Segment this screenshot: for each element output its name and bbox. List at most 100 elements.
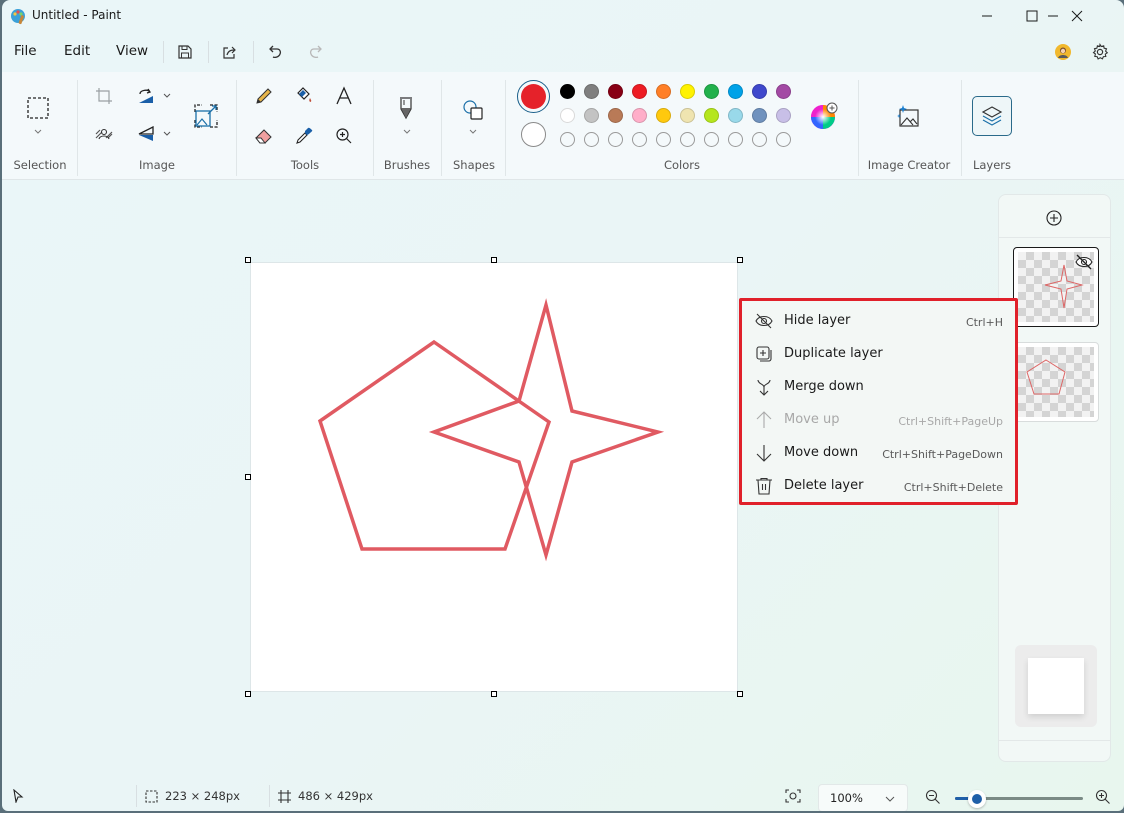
account-button[interactable] (1051, 40, 1075, 64)
color-swatch[interactable] (656, 84, 671, 99)
close-window-button[interactable] (1054, 0, 1100, 32)
color-swatch[interactable] (584, 84, 599, 99)
image-creator-button[interactable] (894, 102, 922, 130)
custom-color-slot[interactable] (584, 132, 599, 147)
resize-handle-top-left[interactable] (245, 257, 251, 263)
primary-color-button[interactable] (517, 80, 550, 113)
color-swatch[interactable] (608, 108, 623, 123)
eraser-tool[interactable] (250, 122, 278, 150)
layer-thumbnail-background[interactable] (1015, 645, 1097, 727)
custom-color-slot[interactable] (656, 132, 671, 147)
window-title: Untitled - Paint (32, 8, 122, 22)
color-swatch[interactable] (608, 84, 623, 99)
status-divider (269, 785, 270, 807)
menu-item-merge-down[interactable]: Merge down (742, 371, 1015, 404)
resize-handle-top[interactable] (491, 257, 497, 263)
custom-color-slot[interactable] (608, 132, 623, 147)
save-button[interactable] (173, 40, 197, 64)
layer-preview (1026, 359, 1066, 395)
color-swatch[interactable] (680, 84, 695, 99)
menu-divider (253, 41, 254, 63)
menu-item-move-down[interactable]: Move down Ctrl+Shift+PageDown (742, 437, 1015, 470)
menu-divider (163, 41, 164, 63)
zoom-out-icon[interactable] (925, 789, 941, 805)
chevron-down-icon[interactable] (162, 130, 172, 138)
color-swatch[interactable] (776, 84, 791, 99)
resize-button[interactable] (192, 102, 220, 130)
custom-color-slot[interactable] (704, 132, 719, 147)
flip-button[interactable] (132, 120, 160, 148)
color-swatch[interactable] (584, 108, 599, 123)
resize-handle-left[interactable] (245, 474, 251, 480)
custom-color-slot[interactable] (680, 132, 695, 147)
custom-color-slot[interactable] (728, 132, 743, 147)
menu-view[interactable]: View (116, 43, 148, 59)
layer-context-menu: Hide layer Ctrl+H Duplicate layer Merge … (739, 298, 1018, 505)
text-tool[interactable] (330, 82, 358, 110)
color-swatch[interactable] (704, 84, 719, 99)
selection-tool-button[interactable] (24, 94, 52, 122)
zoom-level-dropdown[interactable]: 100% (818, 784, 908, 811)
maximize-window-button[interactable] (1009, 0, 1055, 32)
status-divider (136, 785, 137, 807)
menu-item-hide-layer[interactable]: Hide layer Ctrl+H (742, 305, 1015, 338)
color-swatch[interactable] (560, 108, 575, 123)
custom-color-slot[interactable] (632, 132, 647, 147)
layer-thumbnail-pentagon[interactable] (1013, 342, 1099, 422)
undo-button[interactable] (264, 40, 288, 64)
chevron-down-icon[interactable] (33, 128, 43, 136)
color-swatch[interactable] (752, 84, 767, 99)
layers-button[interactable] (972, 96, 1012, 136)
share-button[interactable] (218, 40, 242, 64)
secondary-color-button[interactable] (521, 122, 546, 147)
remove-background-button[interactable] (90, 120, 118, 148)
color-swatch[interactable] (632, 84, 647, 99)
resize-handle-top-right[interactable] (737, 257, 743, 263)
color-picker-tool[interactable] (290, 122, 318, 150)
custom-color-slot[interactable] (752, 132, 767, 147)
color-swatch[interactable] (776, 108, 791, 123)
minimize-icon (982, 15, 992, 17)
menu-item-duplicate-layer[interactable]: Duplicate layer (742, 338, 1015, 371)
color-swatch[interactable] (656, 108, 671, 123)
zoom-in-icon[interactable] (1095, 789, 1111, 805)
rotate-button[interactable] (132, 82, 160, 110)
chevron-down-icon[interactable] (468, 128, 478, 136)
add-layer-icon[interactable] (1045, 209, 1063, 227)
save-icon (178, 45, 192, 59)
menu-edit[interactable]: Edit (64, 43, 90, 59)
settings-button[interactable] (1088, 40, 1112, 64)
color-swatch[interactable] (728, 84, 743, 99)
crop-button[interactable] (90, 82, 118, 110)
magnifier-tool[interactable] (330, 122, 358, 150)
menu-item-delete-layer[interactable]: Delete layer Ctrl+Shift+Delete (742, 470, 1015, 503)
chevron-down-icon[interactable] (162, 92, 172, 100)
resize-handle-bottom[interactable] (491, 691, 497, 697)
resize-handle-bottom-left[interactable] (245, 691, 251, 697)
flip-icon (138, 125, 154, 141)
pencil-tool[interactable] (250, 82, 278, 110)
hidden-eye-icon[interactable] (1074, 253, 1094, 271)
brushes-button[interactable] (392, 94, 420, 122)
shapes-button[interactable] (459, 96, 487, 124)
resize-handle-bottom-right[interactable] (737, 691, 743, 697)
color-swatch[interactable] (632, 108, 647, 123)
custom-color-slot[interactable] (560, 132, 575, 147)
color-swatch[interactable] (680, 108, 695, 123)
redo-button[interactable] (303, 40, 327, 64)
color-swatch[interactable] (704, 108, 719, 123)
chevron-down-icon[interactable] (402, 128, 412, 136)
color-swatch[interactable] (560, 84, 575, 99)
edit-colors-button[interactable] (810, 102, 838, 130)
image-creator-icon (897, 105, 919, 127)
minimize-window-button[interactable] (964, 0, 1010, 32)
color-swatch[interactable] (752, 108, 767, 123)
zoom-slider-thumb[interactable] (967, 790, 986, 808)
color-swatch[interactable] (728, 108, 743, 123)
drawing-canvas[interactable] (250, 262, 738, 692)
layer-thumbnail-star[interactable] (1013, 247, 1099, 327)
menu-file[interactable]: File (14, 43, 37, 59)
fill-tool[interactable] (290, 82, 318, 110)
fit-to-window-icon[interactable] (785, 789, 801, 803)
custom-color-slot[interactable] (776, 132, 791, 147)
